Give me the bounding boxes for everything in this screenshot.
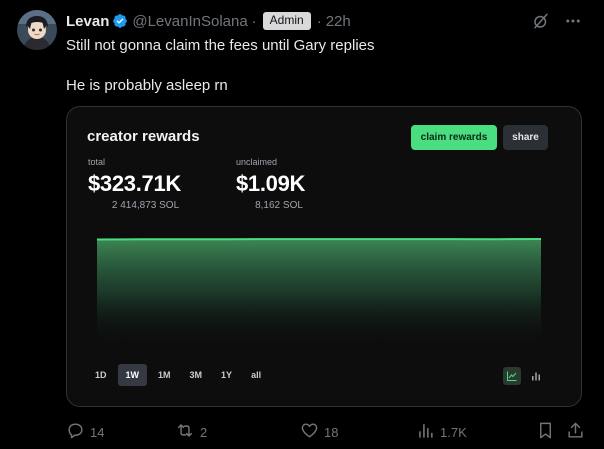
tweet-header: Levan @LevanInSolana · Admin · 22h <box>66 11 351 31</box>
post-timestamp[interactable]: 22h <box>326 13 351 30</box>
unclaimed-value: $1.09K <box>236 171 306 196</box>
more-icon[interactable] <box>564 12 582 35</box>
chart-type-toggle <box>503 367 545 385</box>
range-button-1y[interactable]: 1Y <box>213 364 240 386</box>
header-actions <box>532 12 582 35</box>
unclaimed-sol: 8,162 SOL <box>255 200 303 211</box>
tweet-text: Still not gonna claim the fees until Gar… <box>66 36 586 96</box>
tweet-actions: 14 2 18 1.7K <box>66 421 586 441</box>
separator-dot: · <box>251 12 257 30</box>
bar-chart-icon[interactable] <box>527 367 545 385</box>
views-count: 1.7K <box>440 424 467 440</box>
time-range-selector: 1D 1W 1M 3M 1Y all <box>87 364 269 386</box>
total-sol: 2 414,873 SOL <box>111 200 180 211</box>
verified-badge-icon <box>112 13 128 29</box>
repost-button[interactable]: 2 <box>175 421 207 443</box>
creator-rewards-card[interactable]: creator rewards claim rewards share tota… <box>66 106 582 407</box>
tweet-text-line: Still not gonna claim the fees until Gar… <box>66 37 375 54</box>
range-button-1d[interactable]: 1D <box>87 364 115 386</box>
like-button[interactable]: 18 <box>300 421 338 443</box>
admin-badge: Admin <box>262 12 311 30</box>
bookmark-icon <box>536 421 555 443</box>
reply-button[interactable]: 14 <box>66 421 104 443</box>
range-button-all[interactable]: all <box>243 364 269 386</box>
repost-icon <box>175 421 195 443</box>
reply-icon <box>66 421 85 443</box>
views-button[interactable]: 1.7K <box>416 421 467 443</box>
share-post-button[interactable] <box>566 421 585 443</box>
range-button-3m[interactable]: 3M <box>182 364 211 386</box>
total-stat: total $323.71K 2 414,873 SOL <box>88 157 203 211</box>
author-handle[interactable]: @LevanInSolana <box>132 13 247 30</box>
heart-icon <box>300 421 319 443</box>
like-count: 18 <box>324 424 339 440</box>
range-button-1w[interactable]: 1W <box>117 364 148 386</box>
unclaimed-label: unclaimed <box>236 157 278 167</box>
card-title: creator rewards <box>87 128 200 145</box>
repost-count: 2 <box>200 424 208 440</box>
reply-count: 14 <box>90 424 105 440</box>
claim-rewards-button[interactable]: claim rewards <box>411 125 497 150</box>
chart-series-line <box>97 238 541 241</box>
share-button[interactable]: share <box>503 125 548 150</box>
rewards-area-chart <box>97 238 541 347</box>
chart-area-fill <box>97 239 541 347</box>
line-chart-icon[interactable] <box>503 367 521 385</box>
avatar-image <box>17 10 57 50</box>
total-label: total <box>88 157 106 167</box>
tweet: Levan @LevanInSolana · Admin · 22h Still… <box>0 0 604 449</box>
views-icon <box>416 421 435 443</box>
tweet-text-line: He is probably asleep rn <box>66 77 228 94</box>
grok-icon[interactable] <box>532 12 550 35</box>
bookmark-button[interactable] <box>536 421 555 443</box>
share-icon <box>566 421 585 443</box>
separator-dot: · <box>316 12 322 30</box>
unclaimed-stat: unclaimed $1.09K 8,162 SOL <box>236 157 322 211</box>
total-value: $323.71K <box>88 171 182 196</box>
range-button-1m[interactable]: 1M <box>150 364 179 386</box>
author-display-name[interactable]: Levan <box>66 13 109 30</box>
avatar[interactable] <box>17 10 57 50</box>
